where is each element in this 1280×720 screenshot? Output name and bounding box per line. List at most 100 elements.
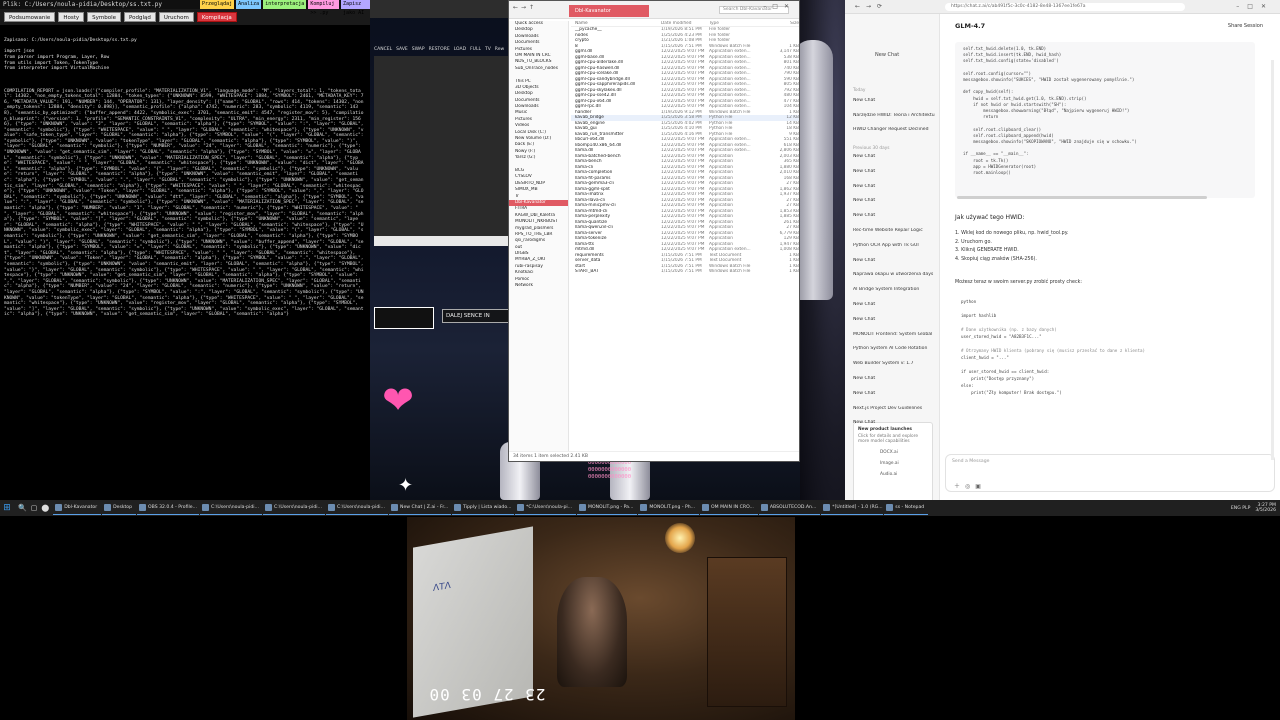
explorer-column-header[interactable]: Name [571, 21, 661, 26]
game-menu-item[interactable]: SWAP [412, 46, 425, 54]
taskbar-quick-icon[interactable]: ⬤ [41, 504, 49, 512]
chat-history-item[interactable]: New Chat [853, 98, 935, 105]
popup-option[interactable]: Audio.ai [858, 472, 928, 477]
browser-nav-icons[interactable]: ←→⟳ [855, 0, 888, 14]
chat-history-item[interactable]: Python OCR App with Tk GUI [853, 243, 935, 250]
chat-history-item[interactable]: Web Builder System v: 1.7 [853, 361, 935, 368]
input-tool-icons[interactable]: ＋◎▣ [954, 481, 986, 490]
webcam-feed: ΛTΛ 23 27 03 00 [407, 517, 795, 720]
howto-step: 3. Kliknij GENERATE HWID. [955, 248, 1019, 253]
taskbar-app[interactable]: ss - Notepad [884, 501, 929, 515]
chat-browser-window[interactable]: ←→⟳ https://chat.z.ai/c/ab491f5c-3c0c-41… [845, 0, 1280, 500]
taskbar-app[interactable]: C:\Users\noula-pidi... [326, 501, 389, 515]
editor-button[interactable]: Podsumowanie [4, 12, 56, 22]
new-chat-button[interactable]: New Chat [875, 52, 899, 58]
editor-highlight-tag: interpretacja [263, 0, 307, 9]
chat-history-item[interactable]: New Chat [853, 154, 935, 161]
chat-history-item[interactable]: New Chat [853, 198, 935, 205]
code-editor-window[interactable]: Plik: C:/Users/noula-pidia/Desktop/ss.tx… [0, 0, 370, 500]
explorer-nav-icons[interactable]: ←→↑ [513, 5, 537, 11]
taskbar-app[interactable]: Tipply | Lista wiado... [452, 501, 515, 515]
chat-history-item[interactable]: New Chat [853, 258, 935, 265]
taskbar-quick-icon[interactable]: ▢ [31, 504, 38, 512]
chat-history-item[interactable]: Python System AI Code Rotation [853, 346, 935, 353]
browser-url-bar[interactable]: https://chat.z.ai/c/ab491f5c-3c0c-4182-8… [945, 3, 1185, 11]
game-menu-item[interactable]: Rew [495, 46, 504, 54]
explorer-sidebar-item[interactable]: Network [509, 283, 568, 289]
explorer-file-row[interactable]: START_BAT 1/15/2026 7:51 PM Windows Batch … [571, 269, 799, 275]
taskbar-apps: Dbl-Kavanator Desktop OBS 32.0.4 - Profile… [53, 501, 929, 515]
popup-option[interactable]: Image.ai [858, 461, 928, 466]
chat-sidebar: New Chat New product launches Click for … [845, 14, 940, 500]
chat-history-item[interactable]: New Chat [853, 420, 935, 427]
message-input-placeholder[interactable]: Send a Message [952, 459, 989, 464]
taskbar-app[interactable]: *C:\Users\noula-pi... [515, 501, 577, 515]
start-icon[interactable]: ⊞ [0, 501, 14, 515]
editor-button[interactable]: Symbole [87, 12, 121, 22]
explorer-status-bar: 34 items 1 item selected 2.41 KB [509, 451, 799, 461]
editor-button[interactable]: Podgląd [123, 12, 156, 22]
game-menu-item[interactable]: RESTORE [429, 46, 450, 54]
input-language[interactable]: ENG PLP [1231, 506, 1250, 511]
taskbar-app[interactable]: OM MAIN IN CRO... [700, 501, 758, 515]
taskbar-quick-icon[interactable]: 🔍 [18, 504, 27, 512]
chat-scrollbar[interactable] [1271, 60, 1274, 460]
explorer-column-header[interactable]: Date modified [661, 21, 709, 26]
chat-history-item[interactable]: AI Bridge System Integration [853, 287, 935, 294]
message-input-box[interactable]: Send a Message ＋◎▣ [945, 454, 1275, 492]
taskbar-app[interactable]: C:\Users\noula-pidi... [263, 501, 326, 515]
editor-button[interactable]: Uruchom [158, 12, 194, 22]
chat-history-item[interactable]: New Chat [853, 213, 935, 220]
chat-code2-line: # Dane użytkownika (np. z bazy danych) [961, 327, 1057, 332]
explorer-tab[interactable]: Dbl-Kavanator [569, 5, 649, 17]
explorer-window-controls[interactable]: –□✕ [763, 4, 795, 10]
file-explorer-window[interactable]: ←→↑ Dbl-Kavanator Search Dbl-Kavanator –… [508, 0, 800, 462]
taskbar-app[interactable]: *[Untitled] - 1.0 (RG... [821, 501, 884, 515]
game-menu-item[interactable]: SAVE [396, 46, 408, 54]
chat-history-item[interactable]: MONOLIT Frontend: System Global [853, 332, 935, 339]
taskbar-app[interactable]: MONOLIT.png - Pa... [577, 501, 638, 515]
editor-button[interactable]: Hosty [58, 12, 85, 22]
chat-history-item[interactable]: HWID Changer Request Declined [853, 127, 935, 134]
chat-code2-line: user_stored_hwid = "A82B3F1C..." [961, 334, 1042, 339]
clock[interactable]: 3:27 PM 3/5/2026 [1255, 503, 1276, 514]
chat-code-block[interactable]: self.txt_hwid.delete(1.0, tk.END) self.tx… [955, 42, 1255, 198]
game-white-box[interactable] [374, 307, 434, 329]
model-name[interactable]: GLM-4.7 [955, 22, 985, 30]
game-menu-item[interactable]: CANCEL [374, 46, 392, 54]
taskbar-app[interactable]: MONOLIT.png - Ph... [638, 501, 700, 515]
howto-step: 2. Uruchom go. [955, 239, 992, 245]
chat-history-item[interactable]: Next.js Project Dev Guidelines [853, 406, 935, 413]
chat-history-item[interactable]: New Chat [853, 302, 935, 309]
chat-history-item[interactable]: New Chat [853, 391, 935, 398]
chat-history-item[interactable]: Narzędzie HWID: Teoria i Architektura [853, 113, 935, 120]
game-menu-item[interactable]: FULL [470, 46, 481, 54]
chat-history-item[interactable]: New Chat [853, 184, 935, 191]
chat-history-item[interactable]: New Chat [853, 376, 935, 383]
taskbar-app[interactable]: Dbl-Kavanator [53, 501, 102, 515]
editor-code-area[interactable]: Zapisano: C:/Users/noula-pidia/Desktop/s… [0, 25, 370, 331]
popup-option[interactable]: DOCX.ai [858, 450, 928, 455]
chat-code-block-2[interactable]: python import hashlib # Dane użytkownika… [955, 298, 1255, 410]
chat-history-item[interactable]: New Chat [853, 317, 935, 324]
chat-code2-line: python [961, 299, 977, 304]
editor-button[interactable]: Kompilacja [196, 12, 237, 22]
explorer-column-header[interactable]: Type [709, 21, 769, 26]
explorer-file-cell: 1 KB [789, 269, 799, 274]
taskbar-app[interactable]: Desktop [102, 501, 137, 515]
chat-history-item[interactable]: New Chat [853, 169, 935, 176]
taskbar-app[interactable]: ABSOLUTECOD.An... [758, 501, 821, 515]
game-menu-item[interactable]: TV [485, 46, 491, 54]
product-launch-popup[interactable]: New product launches Click for details a… [853, 422, 933, 500]
taskbar-app[interactable]: C:\Users\noula-pidi... [200, 501, 263, 515]
game-next-button[interactable]: DALEJ SENCE IN [442, 309, 510, 323]
explorer-column-header[interactable]: Size [769, 21, 799, 26]
chat-history-item[interactable]: Rec-time Website Repair Logic [853, 228, 935, 235]
share-session-button[interactable]: Share Session [1228, 23, 1263, 29]
taskbar-app[interactable]: OBS 32.0.4 - Profile... [137, 501, 200, 515]
code-horizontal-scrollbar[interactable] [957, 196, 1207, 199]
game-menu-item[interactable]: LOAD [454, 46, 466, 54]
taskbar-app[interactable]: New Chat | Z.ai - Fr... [389, 501, 452, 515]
browser-window-controls[interactable]: –□✕ [1236, 0, 1274, 14]
chat-history-item[interactable]: Naprawa okapu w utworzenia days [853, 272, 935, 279]
